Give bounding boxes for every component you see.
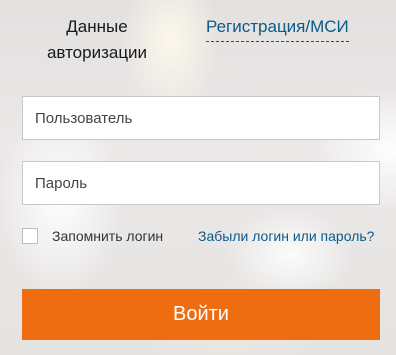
login-page: Данные авторизации Регистрация/МСИ Запом… [0, 0, 396, 355]
tab-registration[interactable]: Регистрация/МСИ [206, 14, 349, 42]
remember-login-label[interactable]: Запомнить логин [52, 226, 163, 246]
forgot-password-link[interactable]: Забыли логин или пароль? [198, 226, 374, 246]
username-field[interactable] [22, 96, 380, 140]
tab-authorization[interactable]: Данные авторизации [22, 14, 172, 66]
password-field[interactable] [22, 161, 380, 205]
login-button[interactable]: Войти [22, 289, 380, 340]
remember-login-row: Запомнить логин [22, 226, 163, 246]
tab-authorization-line2: авторизации [46, 43, 148, 62]
login-tabs: Данные авторизации Регистрация/МСИ [0, 0, 396, 80]
remember-login-checkbox[interactable] [22, 228, 38, 244]
tab-authorization-line1: Данные [66, 17, 128, 36]
